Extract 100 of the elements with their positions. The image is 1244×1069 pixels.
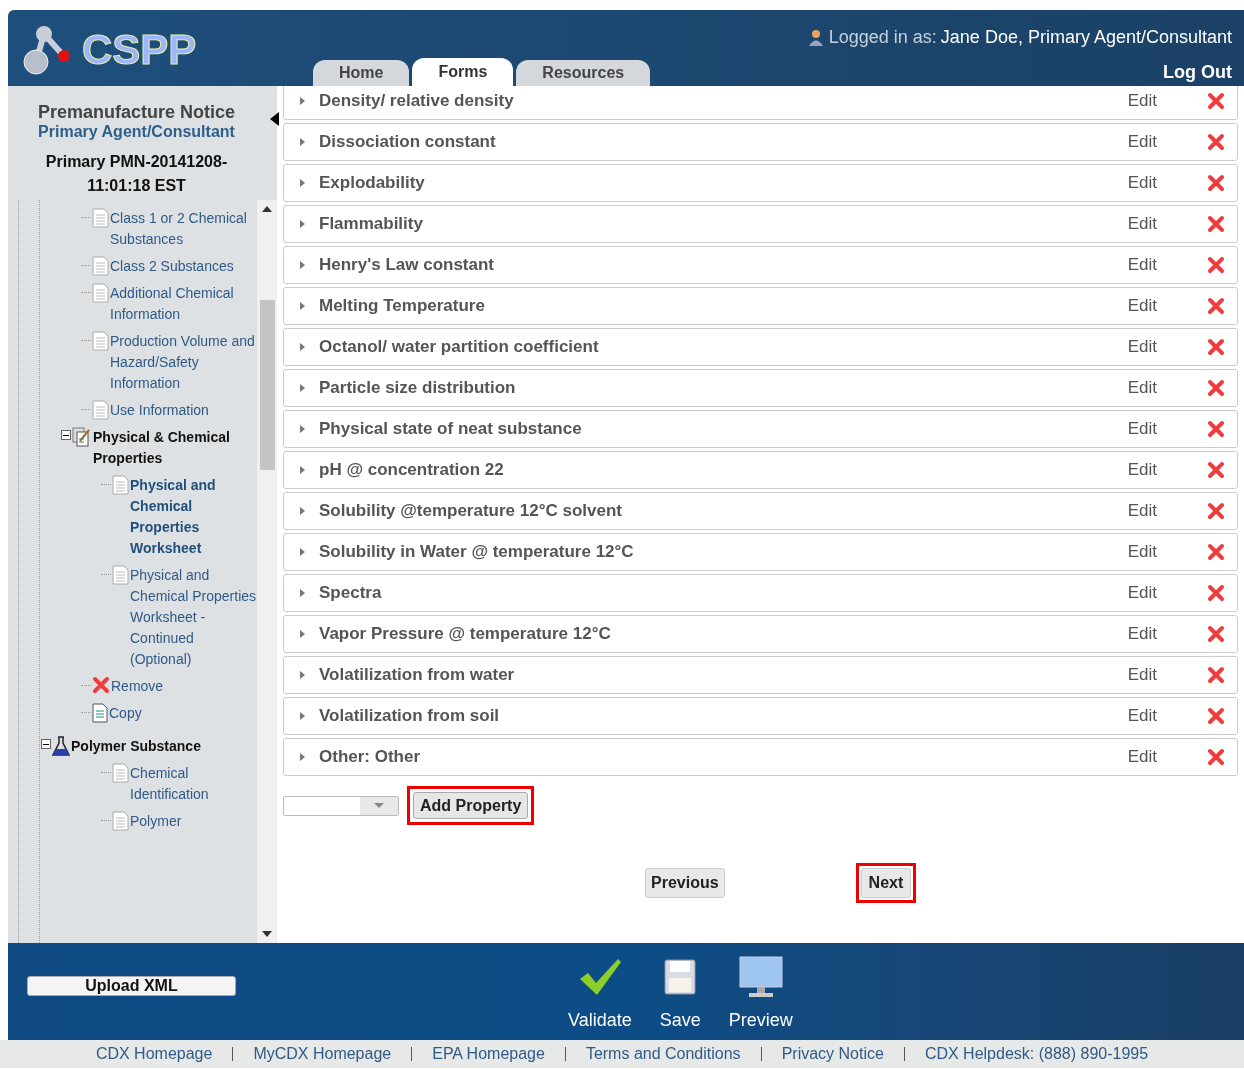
edit-link[interactable]: Edit <box>1127 580 1157 606</box>
delete-icon[interactable] <box>1207 543 1225 561</box>
expand-arrow-icon[interactable] <box>300 384 305 392</box>
delete-icon[interactable] <box>1207 297 1225 315</box>
expand-arrow-icon[interactable] <box>300 589 305 597</box>
tree-item[interactable]: Polymer Substance <box>71 736 201 757</box>
expand-arrow-icon[interactable] <box>300 261 305 269</box>
property-row[interactable]: Henry's Law constant Edit <box>283 246 1238 284</box>
tree-item[interactable]: Polymer <box>130 811 182 832</box>
edit-link[interactable]: Edit <box>1127 211 1157 237</box>
property-row[interactable]: pH @ concentration 22 Edit <box>283 451 1238 489</box>
edit-link[interactable]: Edit <box>1127 334 1157 360</box>
edit-link[interactable]: Edit <box>1127 703 1157 729</box>
edit-link[interactable]: Edit <box>1127 457 1157 483</box>
expand-arrow-icon[interactable] <box>300 97 305 105</box>
edit-link[interactable]: Edit <box>1127 293 1157 319</box>
tree-item[interactable]: Use Information <box>110 400 209 421</box>
edit-link[interactable]: Edit <box>1127 375 1157 401</box>
delete-icon[interactable] <box>1207 256 1225 274</box>
property-row[interactable]: Melting Temperature Edit <box>283 287 1238 325</box>
tree-item[interactable]: Class 2 Substances <box>110 256 234 277</box>
logout-link[interactable]: Log Out <box>1163 59 1232 86</box>
property-row[interactable]: Explodability Edit <box>283 164 1238 202</box>
collapse-toggle[interactable] <box>41 739 51 749</box>
edit-link[interactable]: Edit <box>1127 252 1157 278</box>
property-row[interactable]: Physical state of neat substance Edit <box>283 410 1238 448</box>
edit-link[interactable]: Edit <box>1127 498 1157 524</box>
tree-item[interactable]: Production Volume and Hazard/Safety Information <box>110 331 257 394</box>
property-row[interactable]: Octanol/ water partition coefficient Edit <box>283 328 1238 366</box>
nav-tab[interactable]: Resources <box>516 60 651 86</box>
upload-xml-button[interactable]: Upload XML <box>27 976 236 996</box>
property-row[interactable]: Vapor Pressure @ temperature 12°C Edit <box>283 615 1238 653</box>
property-row[interactable]: Other: Other Edit <box>283 738 1238 776</box>
expand-arrow-icon[interactable] <box>300 179 305 187</box>
toolbar-validate-button[interactable]: Validate <box>568 955 632 1034</box>
property-row[interactable]: Dissociation constant Edit <box>283 123 1238 161</box>
tree-item[interactable]: Chemical Identification <box>130 763 257 805</box>
delete-icon[interactable] <box>1207 379 1225 397</box>
expand-arrow-icon[interactable] <box>300 507 305 515</box>
delete-icon[interactable] <box>1207 92 1225 110</box>
toolbar-preview-button[interactable]: Preview <box>728 955 793 1034</box>
expand-arrow-icon[interactable] <box>300 343 305 351</box>
delete-icon[interactable] <box>1207 420 1225 438</box>
expand-arrow-icon[interactable] <box>300 466 305 474</box>
delete-icon[interactable] <box>1207 666 1225 684</box>
property-row[interactable]: Solubility @temperature 12°C solvent Edit <box>283 492 1238 530</box>
footer-link[interactable]: Privacy Notice <box>781 1042 884 1066</box>
expand-arrow-icon[interactable] <box>300 630 305 638</box>
property-row[interactable]: Spectra Edit <box>283 574 1238 612</box>
toolbar-save-button[interactable]: Save <box>659 955 701 1034</box>
scrollbar[interactable] <box>257 200 277 943</box>
property-row[interactable]: Volatilization from water Edit <box>283 656 1238 694</box>
expand-arrow-icon[interactable] <box>300 753 305 761</box>
delete-icon[interactable] <box>1207 338 1225 356</box>
nav-tab[interactable]: Home <box>313 60 410 86</box>
footer-link[interactable]: CDX Helpdesk: (888) 890-1995 <box>924 1042 1149 1066</box>
property-row[interactable]: Solubility in Water @ temperature 12°C Edit <box>283 533 1238 571</box>
delete-icon[interactable] <box>1207 748 1225 766</box>
tree-item[interactable]: Physical and Chemical Properties Worksheet - Continued (Optional) <box>130 565 257 670</box>
tree-item[interactable]: Physical and Chemical Properties Worksheet <box>130 475 257 559</box>
edit-link[interactable]: Edit <box>1127 744 1157 770</box>
footer-link[interactable]: CDX Homepage <box>95 1042 213 1066</box>
tree-item[interactable]: Class 1 or 2 Chemical Substances <box>110 208 257 250</box>
tree-item[interactable]: Remove <box>111 676 164 697</box>
expand-arrow-icon[interactable] <box>300 220 305 228</box>
previous-button[interactable]: Previous <box>645 868 725 898</box>
tree-item[interactable]: Physical & Chemical Properties <box>93 427 243 469</box>
edit-link[interactable]: Edit <box>1127 621 1157 647</box>
expand-arrow-icon[interactable] <box>300 548 305 556</box>
tree-item[interactable]: Copy <box>109 703 142 724</box>
edit-link[interactable]: Edit <box>1127 539 1157 565</box>
expand-arrow-icon[interactable] <box>300 671 305 679</box>
delete-icon[interactable] <box>1207 502 1225 520</box>
edit-link[interactable]: Edit <box>1127 416 1157 442</box>
next-button[interactable]: Next <box>860 868 912 898</box>
footer-link[interactable]: Terms and Conditions <box>585 1042 741 1066</box>
expand-arrow-icon[interactable] <box>300 425 305 433</box>
footer-link[interactable]: EPA Homepage <box>432 1042 545 1066</box>
property-row[interactable]: Volatilization from soil Edit <box>283 697 1238 735</box>
edit-link[interactable]: Edit <box>1127 129 1157 155</box>
delete-icon[interactable] <box>1207 215 1225 233</box>
edit-link[interactable]: Edit <box>1127 662 1157 688</box>
property-row[interactable]: Particle size distribution Edit <box>283 369 1238 407</box>
add-property-button[interactable]: Add Property <box>413 792 529 819</box>
tree-item[interactable]: Additional Chemical Information <box>110 283 257 325</box>
delete-icon[interactable] <box>1207 625 1225 643</box>
expand-arrow-icon[interactable] <box>300 712 305 720</box>
delete-icon[interactable] <box>1207 133 1225 151</box>
property-row[interactable]: Flammability Edit <box>283 205 1238 243</box>
delete-icon[interactable] <box>1207 707 1225 725</box>
nav-tab[interactable]: Forms <box>412 58 514 86</box>
property-row[interactable]: Density/ relative density Edit <box>283 86 1238 120</box>
edit-link[interactable]: Edit <box>1127 170 1157 196</box>
delete-icon[interactable] <box>1207 174 1225 192</box>
collapse-toggle[interactable] <box>61 430 71 440</box>
footer-link[interactable]: MyCDX Homepage <box>253 1042 392 1066</box>
edit-link[interactable]: Edit <box>1127 88 1157 114</box>
delete-icon[interactable] <box>1207 584 1225 602</box>
expand-arrow-icon[interactable] <box>300 302 305 310</box>
delete-icon[interactable] <box>1207 461 1225 479</box>
